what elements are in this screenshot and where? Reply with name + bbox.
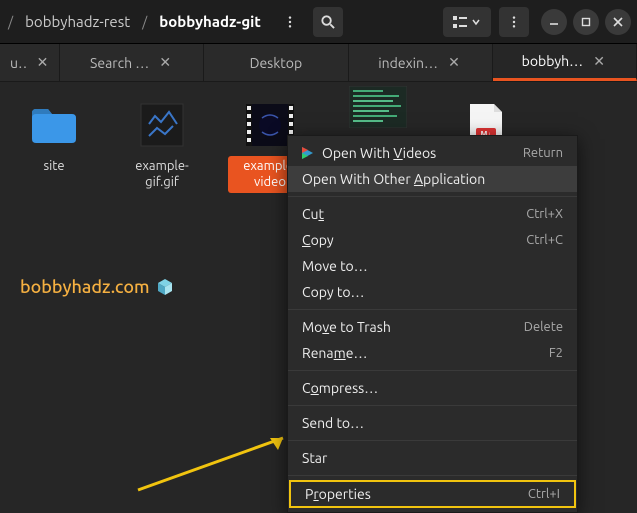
hamburger-menu-button[interactable] <box>499 7 529 37</box>
tab-label: bobbyh… <box>522 53 583 69</box>
breadcrumb-parent[interactable]: bobbyhadz-rest <box>17 9 138 34</box>
menu-label: Cut <box>302 206 324 222</box>
menu-label: Move to… <box>302 258 368 274</box>
menu-send-to[interactable]: Send to… <box>288 410 577 436</box>
watermark-text: bobbyhadz.com <box>20 277 150 297</box>
menu-separator <box>288 196 577 197</box>
menu-separator <box>288 309 577 310</box>
tab-label: indexin… <box>378 55 438 71</box>
breadcrumb-sep: / <box>140 14 149 30</box>
view-toggle-button[interactable] <box>443 7 491 37</box>
search-button[interactable] <box>313 7 343 37</box>
tab-label: Search … <box>90 55 149 71</box>
file-indexing[interactable] <box>336 86 420 128</box>
tab-4[interactable]: indexin… ✕ <box>349 44 493 81</box>
menu-label: Star <box>302 450 327 466</box>
cube-icon <box>156 278 174 296</box>
titlebar: / bobbyhadz-rest / bobbyhadz-git <box>0 0 637 44</box>
menu-separator <box>288 370 577 371</box>
menu-label: Copy <box>302 232 334 248</box>
menu-star[interactable]: Star <box>288 445 577 471</box>
menu-move-to-trash[interactable]: Move to Trash Delete <box>288 314 577 340</box>
tab-label: Desktop <box>250 55 303 71</box>
menu-accelerator: Ctrl+C <box>526 233 563 247</box>
context-menu: Open With Videos Return Open With Other … <box>287 135 578 513</box>
watermark: bobbyhadz.com <box>20 277 174 297</box>
close-button[interactable] <box>605 9 631 35</box>
tab-bar: u… ✕ Search … ✕ Desktop indexin… ✕ bobby… <box>0 44 637 82</box>
menu-move-to[interactable]: Move to… <box>288 253 577 279</box>
list-view-icon <box>453 15 481 29</box>
menu-label: Move to Trash <box>302 319 391 335</box>
menu-label: Rename… <box>302 345 367 361</box>
breadcrumb-current[interactable]: bobbyhadz-git <box>151 9 269 34</box>
menu-accelerator: Ctrl+I <box>528 487 560 501</box>
tab-close-icon[interactable]: ✕ <box>446 54 462 71</box>
menu-open-with-videos[interactable]: Open With Videos Return <box>288 140 577 166</box>
window-controls <box>541 9 631 35</box>
videos-app-icon <box>298 144 316 162</box>
file-example-gif[interactable]: example-gif.gif <box>120 100 204 193</box>
maximize-icon <box>581 17 591 27</box>
location-menu-button[interactable] <box>275 7 305 37</box>
menu-label: Copy to… <box>302 284 364 300</box>
menu-label: Compress… <box>302 380 378 396</box>
maximize-button[interactable] <box>573 9 599 35</box>
tab-close-icon[interactable]: ✕ <box>591 53 607 70</box>
menu-cut[interactable]: Cut Ctrl+X <box>288 201 577 227</box>
minimize-icon <box>549 17 559 27</box>
text-thumbnail-icon <box>349 86 407 128</box>
tab-5-active[interactable]: bobbyh… ✕ <box>493 44 637 81</box>
menu-label: Send to… <box>302 415 364 431</box>
menu-separator <box>288 440 577 441</box>
close-icon <box>613 17 623 27</box>
tab-2[interactable]: Search … ✕ <box>60 44 204 81</box>
menu-accelerator: Ctrl+X <box>526 207 563 221</box>
menu-separator <box>288 405 577 406</box>
search-icon <box>320 14 335 29</box>
menu-label: Open With Other Application <box>302 171 485 187</box>
kebab-icon <box>507 15 521 29</box>
folder-icon <box>29 100 79 150</box>
breadcrumb-sep: / <box>6 14 15 30</box>
file-label: site <box>39 156 68 176</box>
menu-copy-to[interactable]: Copy to… <box>288 279 577 305</box>
tab-label: u… <box>10 55 28 71</box>
menu-compress[interactable]: Compress… <box>288 375 577 401</box>
tab-1[interactable]: u… ✕ <box>0 44 60 81</box>
tab-close-icon[interactable]: ✕ <box>36 54 49 71</box>
menu-accelerator: Return <box>523 146 563 160</box>
menu-label: Properties <box>305 486 371 502</box>
minimize-button[interactable] <box>541 9 567 35</box>
menu-accelerator: F2 <box>549 346 563 360</box>
menu-copy[interactable]: Copy Ctrl+C <box>288 227 577 253</box>
menu-open-with-other-application[interactable]: Open With Other Application <box>288 166 577 192</box>
menu-separator <box>288 475 577 476</box>
tab-close-icon[interactable]: ✕ <box>157 54 173 71</box>
breadcrumb: / bobbyhadz-rest / bobbyhadz-git <box>6 9 269 34</box>
menu-rename[interactable]: Rename… F2 <box>288 340 577 366</box>
tab-3[interactable]: Desktop <box>204 44 348 81</box>
gif-thumbnail-icon <box>137 100 187 150</box>
menu-label: Open With Videos <box>322 145 436 161</box>
file-folder-site[interactable]: site <box>12 100 96 176</box>
file-label: example-gif.gif <box>120 156 204 193</box>
menu-accelerator: Delete <box>524 320 563 334</box>
